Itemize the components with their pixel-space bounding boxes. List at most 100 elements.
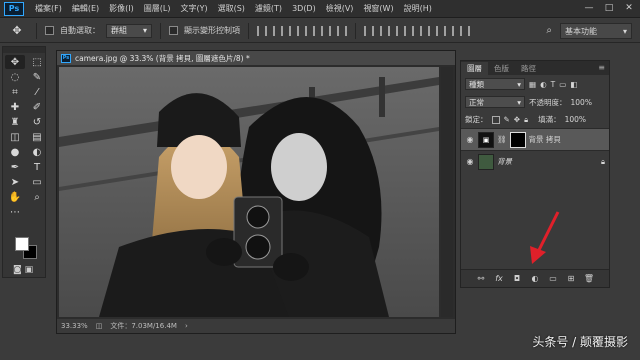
zoom-tool-icon[interactable]: ⌕ [27,190,47,204]
document-info-icon[interactable]: ◫ [96,322,103,330]
align-center-icon[interactable] [321,25,331,36]
auto-select-dropdown[interactable]: 群組 ▾ [106,23,152,38]
layer-mask-thumbnail[interactable] [509,131,526,148]
shape-tool-icon[interactable]: ▭ [27,175,47,189]
panel-tabs: 圖層 色版 路徑 [461,61,609,75]
link-icon[interactable]: ⛓ [497,135,507,144]
distribute-left-icon[interactable] [412,25,422,36]
healing-brush-tool-icon[interactable]: ✚ [5,100,25,114]
edit-toolbar-icon[interactable]: ⋯ [5,205,25,219]
image-canvas[interactable] [59,67,439,317]
search-icon[interactable]: ⌕ [546,25,552,36]
layer-row[interactable]: ◉ 背景 🔒︎ [461,150,609,172]
add-mask-icon[interactable]: ◘ [511,273,523,285]
crop-tool-icon[interactable]: ⌗ [5,85,25,99]
marquee-tool-icon[interactable]: ⬚ [27,55,47,69]
align-right-icon[interactable] [337,25,347,36]
layer-filter-value: 種類 [469,79,484,89]
lock-brush-icon[interactable]: ✎ [504,115,510,124]
layer-filter-dropdown[interactable]: 種類 ▾ [465,78,525,90]
watermark: 头条号 / 颠覆摄影 [532,335,628,349]
eyedropper-tool-icon[interactable]: ⁄ [27,85,47,99]
menu-type[interactable]: 文字(Y) [175,3,212,14]
maximize-button[interactable]: □ [602,2,616,14]
menu-3d[interactable]: 3D(D) [287,4,321,13]
hand-tool-icon[interactable]: ✋ [5,190,25,204]
align-top-icon[interactable] [257,25,267,36]
menu-image[interactable]: 影像(I) [104,3,139,14]
type-tool-icon[interactable]: T [27,160,47,174]
fx-icon[interactable]: fx [493,273,505,285]
show-transform-checkbox[interactable] [169,26,178,35]
layer-thumbnail [478,153,494,170]
quick-mask-icon[interactable]: ◙ ▣ [13,265,33,275]
eye-icon[interactable]: ◉ [465,157,475,166]
lock-move-icon[interactable]: ✥ [514,115,520,124]
layer-name[interactable]: 背景 拷貝 [529,134,561,145]
zoom-level[interactable]: 33.33% [61,322,88,330]
menu-filter[interactable]: 濾鏡(T) [250,3,287,14]
status-menu-arrow-icon[interactable]: › [185,322,188,330]
filter-shape-icon[interactable]: ▭ [559,80,566,89]
chevron-down-icon: ▾ [142,25,147,35]
quick-select-tool-icon[interactable]: ✎ [27,70,47,84]
blur-tool-icon[interactable]: ● [5,145,25,159]
link-layers-icon[interactable]: ⚯ [475,273,487,285]
gradient-tool-icon[interactable]: ▤ [27,130,47,144]
close-button[interactable]: ✕ [622,2,636,14]
pen-tool-icon[interactable]: ✒ [5,160,25,174]
brush-tool-icon[interactable]: ✐ [27,100,47,114]
lock-all-icon[interactable]: 🔒︎ [524,115,528,125]
group-icon[interactable]: ▭ [547,273,559,285]
opacity-value[interactable]: 100% [571,98,592,107]
vertical-scrollbar[interactable] [441,67,453,317]
align-left-icon[interactable] [305,25,315,36]
path-selection-tool-icon[interactable]: ➤ [5,175,25,189]
move-tool-preset-icon[interactable]: ✥ [6,23,28,39]
lasso-tool-icon[interactable]: ◌ [5,70,25,84]
filter-pixel-icon[interactable]: ▦ [529,80,536,89]
distribute-bottom-icon[interactable] [396,25,406,36]
menu-window[interactable]: 視窗(W) [358,3,398,14]
align-middle-icon[interactable] [273,25,283,36]
layer-row[interactable]: ◉ ▣ ⛓ 背景 拷貝 [461,128,609,150]
document-tab[interactable]: Ps camera.jpg @ 33.3% (背景 拷貝, 圖層遮色片/8) * [57,51,455,65]
distribute-center-icon[interactable] [428,25,438,36]
dodge-tool-icon[interactable]: ◐ [27,145,47,159]
fill-value[interactable]: 100% [565,115,586,124]
auto-select-checkbox[interactable] [45,26,54,35]
distribute-middle-icon[interactable] [380,25,390,36]
new-layer-icon[interactable]: ⊞ [565,273,577,285]
menu-layer[interactable]: 圖層(L) [139,3,176,14]
clone-stamp-tool-icon[interactable]: ♜ [5,115,25,129]
tab-paths[interactable]: 路徑 [515,62,542,75]
blend-mode-dropdown[interactable]: 正常 ▾ [465,96,525,108]
trash-icon[interactable]: 🗑︎ [583,273,595,285]
menu-help[interactable]: 說明(H) [399,3,437,14]
layer-name[interactable]: 背景 [497,156,512,167]
history-brush-tool-icon[interactable]: ↺ [27,115,47,129]
auto-align-icon[interactable] [460,25,470,36]
eye-icon[interactable]: ◉ [465,135,475,144]
tab-layers[interactable]: 圖層 [461,62,488,75]
menu-edit[interactable]: 編輯(E) [67,3,104,14]
panel-menu-icon[interactable]: ≡ [598,63,605,72]
minimize-button[interactable]: — [582,2,596,14]
filter-smart-icon[interactable]: ◧ [570,80,577,89]
tab-channels[interactable]: 色版 [488,62,515,75]
filter-adjustment-icon[interactable]: ◐ [540,80,547,89]
lock-transparent-icon[interactable] [491,115,500,124]
distribute-top-icon[interactable] [364,25,374,36]
auto-select-label: 自動選取： [60,26,100,35]
menu-file[interactable]: 檔案(F) [30,3,67,14]
adjustment-icon[interactable]: ◐ [529,273,541,285]
eraser-tool-icon[interactable]: ◫ [5,130,25,144]
workspace-dropdown[interactable]: 基本功能 ▾ [560,23,632,39]
move-tool-icon[interactable]: ✥ [5,55,25,69]
distribute-right-icon[interactable] [444,25,454,36]
menu-select[interactable]: 選取(S) [213,3,250,14]
align-bottom-icon[interactable] [289,25,299,36]
menu-view[interactable]: 檢視(V) [321,3,359,14]
filter-type-icon[interactable]: T [551,80,556,89]
foreground-color-swatch[interactable] [15,237,29,251]
